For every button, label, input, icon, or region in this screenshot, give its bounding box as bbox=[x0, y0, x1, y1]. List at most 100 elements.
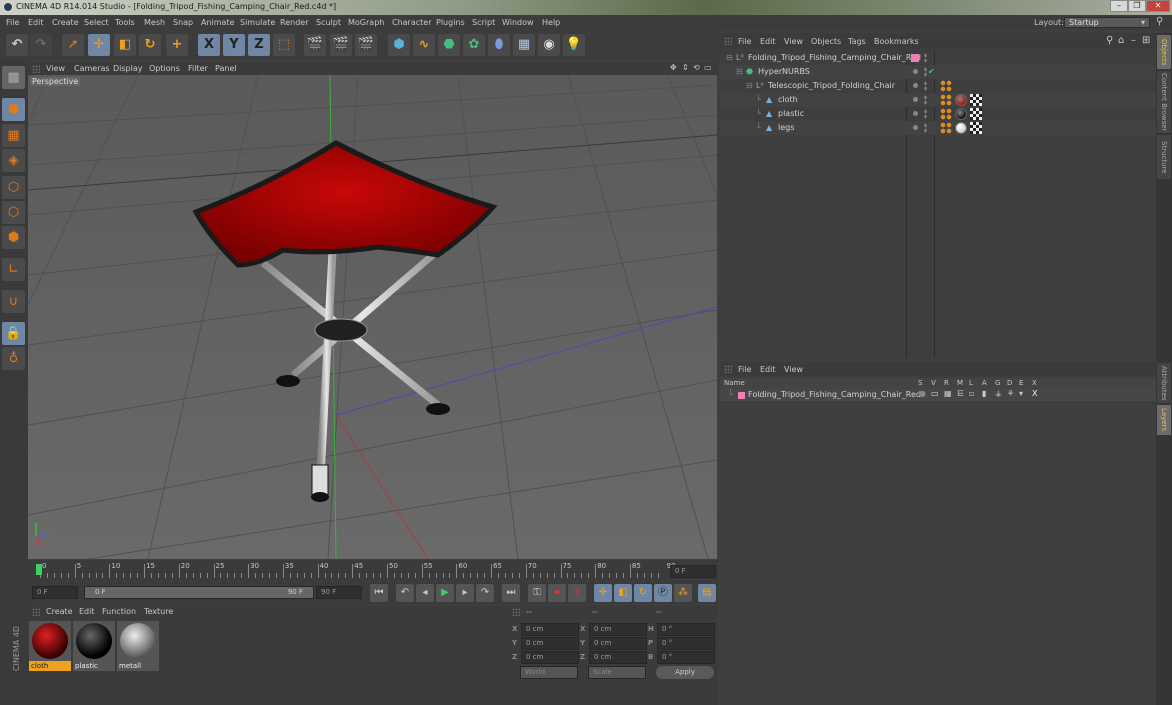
end-frame-field[interactable]: 90 F bbox=[316, 586, 362, 599]
prev-frame-button[interactable]: ◂ bbox=[416, 584, 434, 602]
coordinate-size-field[interactable]: 0 cm bbox=[589, 637, 647, 650]
objects-menu-file[interactable]: File bbox=[738, 37, 751, 46]
visibility-dot[interactable] bbox=[913, 97, 918, 102]
size-mode-select[interactable]: Scale bbox=[588, 666, 646, 679]
viewport-menu-cameras[interactable]: Cameras bbox=[74, 64, 110, 73]
visible-toggle-icon[interactable]: ▭ bbox=[931, 389, 939, 398]
collapse-toggle-icon[interactable]: ⊟ bbox=[726, 53, 733, 62]
restore-button[interactable]: ❐ bbox=[1128, 0, 1146, 12]
material-tag-icon[interactable] bbox=[955, 94, 967, 106]
layers-menu-file[interactable]: File bbox=[738, 365, 751, 374]
minimize-button[interactable]: – bbox=[1110, 0, 1128, 12]
lock-workplane-button[interactable]: 🔒 bbox=[2, 322, 25, 345]
visibility-dot[interactable] bbox=[913, 69, 918, 74]
live-selection-button[interactable]: ➚ bbox=[62, 34, 84, 56]
floor-button[interactable]: ▦ bbox=[513, 34, 535, 56]
viewport-menu-panel[interactable]: Panel bbox=[215, 64, 237, 73]
material-swatch-cloth[interactable]: cloth bbox=[29, 621, 71, 671]
menu-create[interactable]: Create bbox=[52, 18, 79, 27]
axis-mode-button[interactable]: ∟ bbox=[2, 258, 25, 281]
collapse-icon[interactable]: – bbox=[1131, 35, 1136, 46]
orbit-icon[interactable]: ⟲ bbox=[693, 63, 700, 72]
material-menu-create[interactable]: Create bbox=[46, 607, 73, 616]
array-button[interactable]: ✿ bbox=[463, 34, 485, 56]
lock-toggle-icon[interactable]: ▫ bbox=[969, 389, 974, 398]
make-editable-button[interactable]: ▩ bbox=[2, 66, 25, 89]
parameter-key-button[interactable]: Ⓟ bbox=[654, 584, 672, 602]
menu-help[interactable]: Help bbox=[542, 18, 560, 27]
prev-key-button[interactable]: ↶ bbox=[396, 584, 414, 602]
tab-content-browser[interactable]: Content Browser bbox=[1157, 71, 1171, 133]
subdivision-surface-button[interactable]: ⬣ bbox=[438, 34, 460, 56]
coordinate-pos-field[interactable]: 0 cm bbox=[521, 623, 579, 636]
edges-mode-button[interactable]: ⬡ bbox=[2, 201, 25, 224]
viewport-menu-view[interactable]: View bbox=[46, 64, 65, 73]
search-icon[interactable]: ⚲ bbox=[1156, 16, 1163, 27]
menu-sculpt[interactable]: Sculpt bbox=[316, 18, 341, 27]
layer-column-v[interactable]: V bbox=[931, 379, 936, 387]
spline-pen-button[interactable]: ∿ bbox=[413, 34, 435, 56]
apply-button[interactable]: Apply bbox=[656, 666, 714, 679]
visibility-dot[interactable] bbox=[913, 125, 918, 130]
object-row[interactable]: └ ▲ plastic bbox=[720, 107, 1156, 121]
coordinate-size-field[interactable]: 0 cm bbox=[589, 651, 647, 664]
home-icon[interactable]: ⌂ bbox=[1118, 35, 1124, 46]
expressions-toggle-icon[interactable]: ▾ bbox=[1019, 389, 1023, 398]
layers-menu-view[interactable]: View bbox=[784, 365, 803, 374]
search-icon[interactable]: ⚲ bbox=[1106, 35, 1113, 46]
menu-select[interactable]: Select bbox=[84, 18, 109, 27]
deformers-toggle-icon[interactable]: ⚘ bbox=[1007, 389, 1014, 398]
play-button[interactable]: ▶ bbox=[436, 584, 454, 602]
coordinate-mode-select[interactable]: World bbox=[520, 666, 578, 679]
viewport-menu-display[interactable]: Display bbox=[113, 64, 143, 73]
render-settings-button[interactable]: 🎬 bbox=[355, 34, 377, 56]
visibility-dot[interactable] bbox=[913, 111, 918, 116]
points-mode-button[interactable]: ⬡ bbox=[2, 176, 25, 199]
uvw-tag-icon[interactable] bbox=[970, 108, 982, 120]
object-row[interactable]: └ ▲ cloth bbox=[720, 93, 1156, 107]
layer-column-d[interactable]: D bbox=[1007, 379, 1012, 387]
object-row[interactable]: └ ▲ legs bbox=[720, 121, 1156, 135]
go-to-end-button[interactable]: ⏭ bbox=[502, 584, 520, 602]
phong-tag-icon[interactable] bbox=[940, 94, 952, 106]
render-view-button[interactable]: 🎬 bbox=[304, 34, 326, 56]
menu-tools[interactable]: Tools bbox=[115, 18, 135, 27]
phong-tag-icon[interactable] bbox=[940, 80, 952, 92]
go-to-start-button[interactable]: ⏮ bbox=[370, 584, 388, 602]
camera-button[interactable]: ◉ bbox=[538, 34, 560, 56]
layer-column-name[interactable]: Name bbox=[724, 379, 745, 387]
manager-toggle-icon[interactable]: ⋿ bbox=[957, 389, 964, 398]
menu-mesh[interactable]: Mesh bbox=[144, 18, 165, 27]
visibility-dot[interactable] bbox=[913, 83, 918, 88]
collapse-toggle-icon[interactable]: ⊟ bbox=[736, 67, 743, 76]
current-frame-field[interactable]: 0 F bbox=[670, 565, 716, 578]
menu-simulate[interactable]: Simulate bbox=[240, 18, 275, 27]
light-button[interactable]: 💡 bbox=[563, 34, 585, 56]
render-picture-viewer-button[interactable]: 🎬 bbox=[330, 34, 352, 56]
editor-render-visibility-toggle[interactable] bbox=[924, 123, 927, 133]
editor-render-visibility-toggle[interactable] bbox=[924, 95, 927, 105]
dolly-icon[interactable]: ⇕ bbox=[682, 63, 689, 72]
layer-column-m[interactable]: M bbox=[957, 379, 963, 387]
objects-menu-objects[interactable]: Objects bbox=[811, 37, 841, 46]
playhead[interactable] bbox=[36, 564, 42, 575]
menu-plugins[interactable]: Plugins bbox=[436, 18, 465, 27]
move-button[interactable]: ✛ bbox=[88, 34, 110, 56]
coordinate-size-field[interactable]: 0 cm bbox=[589, 623, 647, 636]
material-tag-icon[interactable] bbox=[955, 108, 967, 120]
animation-toggle-icon[interactable]: ▮ bbox=[982, 389, 986, 398]
layer-column-l[interactable]: L bbox=[969, 379, 973, 387]
menu-file[interactable]: File bbox=[6, 18, 19, 27]
material-menu-function[interactable]: Function bbox=[102, 607, 136, 616]
close-button[interactable]: ✕ bbox=[1146, 0, 1170, 12]
objects-menu-bookmarks[interactable]: Bookmarks bbox=[874, 37, 919, 46]
layer-row[interactable]: └ Folding_Tripod_Fishing_Camping_Chair_R… bbox=[720, 389, 1156, 401]
phong-tag-icon[interactable] bbox=[940, 122, 952, 134]
material-menu-texture[interactable]: Texture bbox=[144, 607, 173, 616]
menu-character[interactable]: Character bbox=[392, 18, 432, 27]
start-frame-field[interactable]: 0 F bbox=[32, 586, 78, 599]
rotation-key-button[interactable]: ↻ bbox=[634, 584, 652, 602]
layer-column-a[interactable]: A bbox=[982, 379, 987, 387]
object-row[interactable]: ⊟ L⁰ Telescopic_Tripod_Folding_Chair bbox=[720, 79, 1156, 93]
layer-column-e[interactable]: E bbox=[1019, 379, 1023, 387]
